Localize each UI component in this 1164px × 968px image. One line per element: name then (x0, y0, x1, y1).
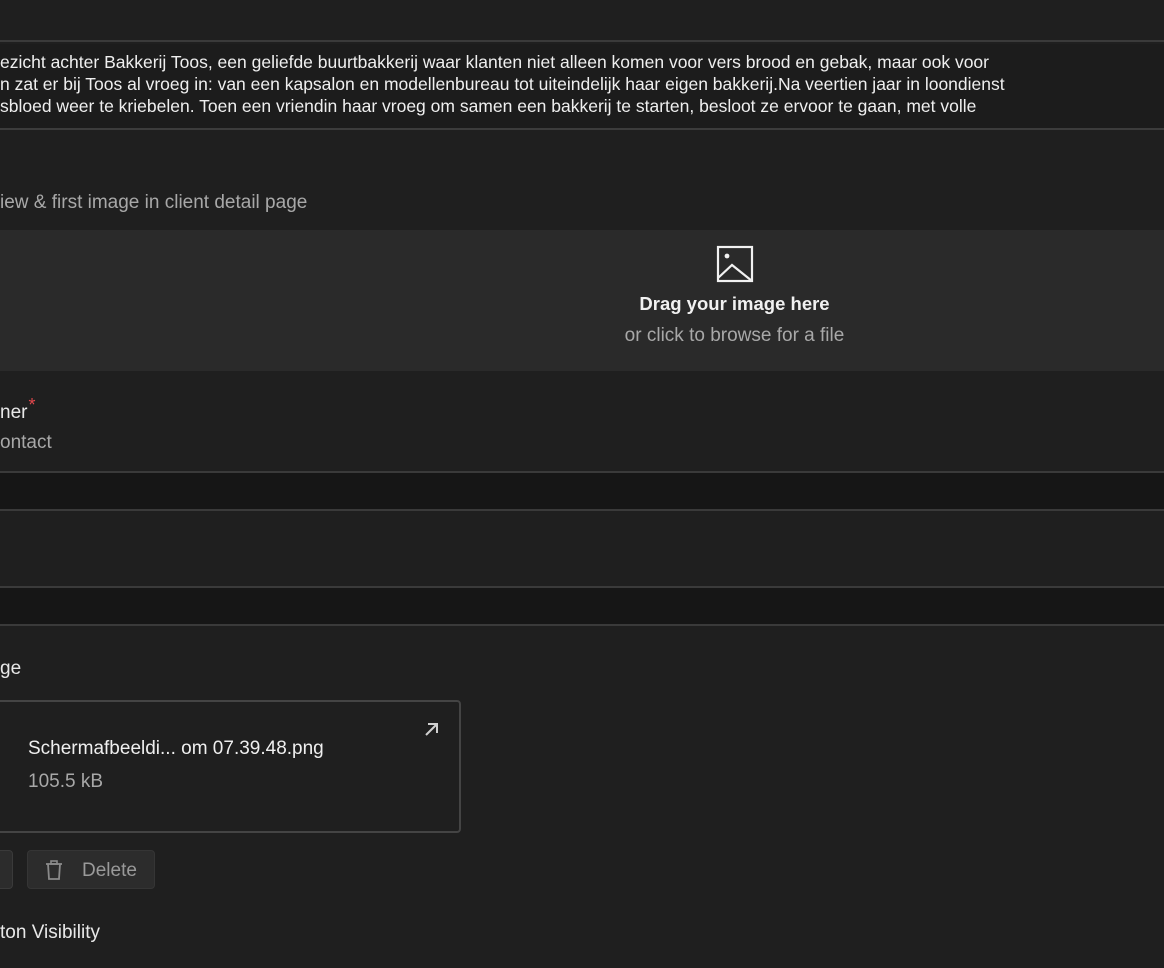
owner-field-label: ner* (0, 395, 35, 424)
uploaded-file-card (0, 700, 461, 833)
visibility-field-label: ton Visibility (0, 922, 100, 943)
trash-icon (46, 860, 62, 880)
text-input[interactable] (0, 586, 1164, 626)
owner-field-sublabel: ontact (0, 432, 52, 453)
description-line: n zat er bij Toos al vroeg in: van een k… (0, 74, 1005, 94)
image-icon (716, 245, 754, 283)
file-size: 105.5 kB (28, 771, 103, 792)
image-field-hint: iew & first image in client detail page (0, 192, 308, 213)
open-external-icon[interactable] (421, 718, 443, 740)
dropzone-title: Drag your image here (639, 293, 830, 314)
owner-label-text: ner (0, 402, 28, 423)
replace-button[interactable] (0, 850, 13, 889)
description-textarea[interactable]: ezicht achter Bakkerij Toos, een geliefd… (0, 44, 1164, 130)
image-field-label: ge (0, 658, 22, 679)
delete-button[interactable]: Delete (27, 850, 155, 889)
dropzone-subtitle[interactable]: or click to browse for a file (0, 325, 1164, 347)
delete-label: Delete (82, 860, 137, 881)
required-marker: * (28, 395, 36, 415)
top-field-strip[interactable] (0, 0, 1164, 42)
form-page: ezicht achter Bakkerij Toos, een geliefd… (0, 0, 1164, 968)
description-line: ezicht achter Bakkerij Toos, een geliefd… (0, 52, 989, 72)
description-line: sbloed weer te kriebelen. Toen een vrien… (0, 96, 977, 116)
file-name: Schermafbeeldi... om 07.39.48.png (28, 738, 324, 759)
owner-input[interactable] (0, 471, 1164, 511)
